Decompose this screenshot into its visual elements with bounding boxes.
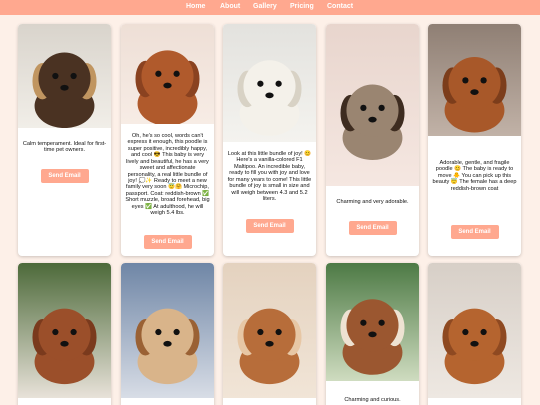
nav-link-home[interactable]: Home (186, 3, 210, 10)
nav-link-about[interactable]: About (220, 3, 242, 10)
puppy-description: Charming and very adorable. (336, 199, 409, 205)
puppy-card: Calm temperament. Ideal for first-time p… (18, 24, 111, 256)
send-email-button[interactable]: Send Email (40, 169, 89, 183)
puppy-photo (428, 263, 521, 398)
nav-link-gallery[interactable]: Gallery (253, 3, 281, 10)
puppy-description: Oh, he's so cool, words can't express it… (125, 133, 210, 217)
puppy-card: Adorable, gentle, and fragile poodle 😊 T… (428, 24, 521, 256)
puppy-description: Adorable, gentle, and fragile poodle 😊 T… (432, 160, 517, 192)
puppy-photo (223, 263, 316, 398)
puppy-description: Calm temperament. Ideal for first-time p… (22, 141, 107, 154)
puppy-photo (121, 263, 214, 398)
puppy-card: Charming and curious. (326, 263, 419, 405)
puppy-photo-art (223, 263, 316, 398)
puppy-photo-art (121, 24, 214, 124)
send-email-button[interactable]: Send Email (450, 225, 499, 239)
puppy-photo (326, 263, 419, 381)
puppy-photo-art (18, 263, 111, 398)
puppy-photo-art (18, 24, 111, 128)
nav-link-pricing[interactable]: Pricing (290, 3, 316, 10)
puppy-card (223, 263, 316, 405)
send-email-button[interactable]: Send Email (348, 221, 397, 235)
nav-link-contact[interactable]: Contact (327, 3, 357, 10)
top-nav: Home About Gallery Pricing Contact (0, 0, 540, 15)
puppy-card: Look at this little bundle of joy! 😊 Her… (223, 24, 316, 256)
puppy-description: Look at this little bundle of joy! 😊 Her… (227, 151, 312, 202)
puppy-photo-art (326, 263, 419, 381)
puppy-photo-art (121, 263, 214, 398)
puppy-photo-art (223, 24, 316, 142)
puppy-photo (326, 24, 419, 186)
send-email-button[interactable]: Send Email (245, 219, 294, 233)
puppy-photo (121, 24, 214, 124)
puppy-description: Charming and curious. (344, 397, 401, 403)
puppy-photo (18, 263, 111, 398)
puppy-photo (18, 24, 111, 128)
puppy-card (428, 263, 521, 405)
puppy-card (18, 263, 111, 405)
puppy-card: Oh, he's so cool, words can't express it… (121, 24, 214, 256)
puppy-photo-art (428, 24, 521, 136)
puppy-photo (223, 24, 316, 142)
puppy-photo-art (428, 263, 521, 398)
puppy-card: Charming and very adorable. Send Email (326, 24, 419, 256)
send-email-button[interactable]: Send Email (143, 235, 192, 249)
puppy-card (121, 263, 214, 405)
puppy-photo (428, 24, 521, 136)
puppy-photo-art (326, 24, 419, 186)
